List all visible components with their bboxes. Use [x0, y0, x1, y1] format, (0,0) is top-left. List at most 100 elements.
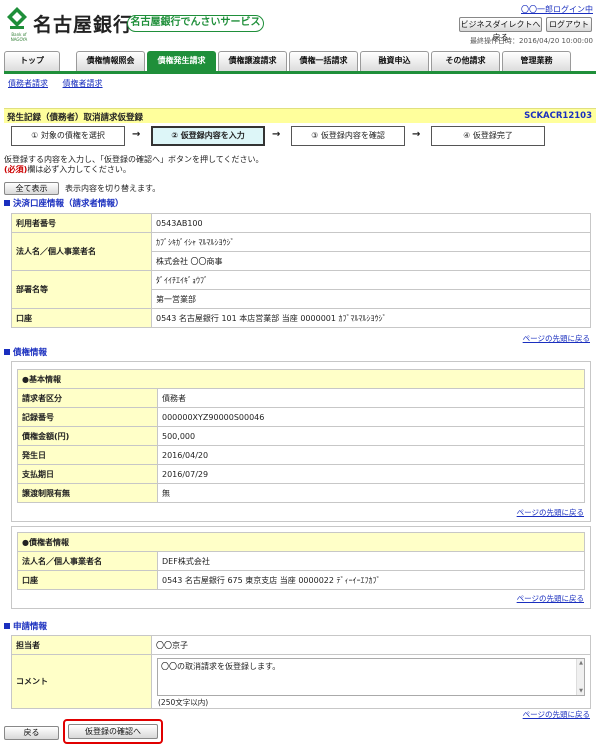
page-top-link[interactable]: ページの先頭に戻る [517, 507, 584, 518]
transfer-restriction-label: 譲渡制限有無 [17, 483, 158, 503]
bank-logo-icon [7, 7, 27, 29]
tab-financing[interactable]: 融資申込 [360, 51, 429, 71]
comment-length-hint: (250文字以内) [158, 698, 209, 707]
transfer-restriction-value: 無 [157, 483, 585, 503]
sub-nav: 債務者請求 債権者請求 [8, 78, 115, 89]
creditor-account-label: 口座 [17, 570, 158, 590]
table-row: 利用者番号 0543AB100 [11, 213, 591, 233]
tab-claim-transfer[interactable]: 債権譲渡請求 [218, 51, 287, 71]
user-login-link[interactable]: 〇〇一郎ログイン中 [521, 4, 593, 15]
dept-kana-value: ﾀﾞｲｲﾁｴｲｷﾞｮｳﾌﾞ [151, 270, 591, 290]
creditor-info-table: ●債権者情報 法人名／個人事業者名 DEF株式会社 口座 0543 名古屋銀行 … [17, 532, 585, 590]
requester-type-value: 債務者 [157, 388, 585, 408]
section-heading-claim: 債権情報 [4, 346, 47, 358]
issue-date-value: 2016/04/20 [157, 445, 585, 465]
step-2-active: ② 仮登録内容を入力 [151, 126, 265, 146]
instruction-line-1: 仮登録する内容を入力し、「仮登録の確認へ」ボタンを押してください。 [4, 155, 264, 164]
issue-date-label: 発生日 [17, 445, 158, 465]
back-button[interactable]: 戻る [4, 726, 59, 740]
logo-subtext: Bank of NAGOYA [10, 32, 28, 42]
requester-type-label: 請求者区分 [17, 388, 158, 408]
instructions: 仮登録する内容を入力し、「仮登録の確認へ」ボタンを押してください。 (必須)欄は… [4, 155, 264, 175]
amount-label: 債権金額(円) [17, 426, 158, 446]
due-date-label: 支払期日 [17, 464, 158, 484]
table-row: 譲渡制限有無 無 [17, 483, 585, 503]
section-heading-application: 申請情報 [4, 620, 47, 632]
creditor-info-heading: ●債権者情報 [17, 532, 585, 552]
scroll-up-icon[interactable]: ▲ [579, 660, 583, 666]
due-date-value: 2016/07/29 [157, 464, 585, 484]
table-row: 担当者 〇〇京子 [11, 635, 591, 655]
table-row: 法人名／個人事業者名 ｶﾌﾞｼｷｶﾞｲｼｬ ﾏﾙﾏﾙｼﾖｳｼﾞ [11, 232, 591, 271]
person-value: 〇〇京子 [151, 635, 591, 655]
table-row: 口座 0543 名古屋銀行 675 東京支店 当座 0000022 ﾃﾞｨｰｲｰ… [17, 570, 585, 590]
name-value: 株式会社 〇〇商事 [151, 251, 591, 271]
amount-value: 500,000 [157, 426, 585, 446]
nav-underline [4, 71, 596, 74]
last-operation-time: 最終操作日時：2016/04/20 10:00:00 [469, 37, 593, 45]
progress-steps: ① 対象の債権を選択 → ② 仮登録内容を入力 → ③ 仮登録内容を確認 → ④… [11, 126, 591, 147]
basic-info-table: ●基本情報 請求者区分 債務者 記録番号 000000XYZ90000S0004… [17, 369, 585, 503]
logout-button[interactable]: ログアウト [546, 17, 592, 32]
comment-label: コメント [11, 654, 152, 709]
main-nav: トップ 債権情報照会 債権発生請求 債権譲渡請求 債権一括請求 融資申込 その他… [4, 51, 596, 71]
business-direct-button[interactable]: ビジネスダイレクトへ戻る [459, 17, 542, 42]
bank-name: 名古屋銀行 [33, 14, 134, 36]
account-label: 口座 [11, 308, 152, 328]
square-bullet-icon [4, 623, 10, 629]
settlement-table: 利用者番号 0543AB100 法人名／個人事業者名 ｶﾌﾞｼｷｶﾞｲｼｬ ﾏﾙ… [11, 213, 591, 328]
show-all-button[interactable]: 全て表示 [4, 182, 59, 195]
scroll-down-icon[interactable]: ▼ [579, 688, 583, 694]
step-4: ④ 仮登録完了 [431, 126, 545, 146]
page-top-link[interactable]: ページの先頭に戻る [523, 709, 590, 720]
arrow-right-icon: → [272, 129, 281, 140]
screen-code: SCKACR12103 [524, 111, 592, 121]
tab-other-requests[interactable]: その他請求 [431, 51, 500, 71]
table-row: 発生日 2016/04/20 [17, 445, 585, 465]
instruction-line-2: 欄は必ず入力してください。 [27, 165, 131, 174]
page-title-bar: 発生記録（債務者）取消請求仮登録 SCKACR12103 [4, 108, 596, 123]
basic-info-heading: ●基本情報 [17, 369, 585, 389]
section-heading-settlement: 決済口座情報（請求者情報） [4, 197, 124, 209]
table-row: 記録番号 000000XYZ90000S00046 [17, 407, 585, 427]
creditor-name-label: 法人名／個人事業者名 [17, 551, 158, 571]
subnav-debtor-request[interactable]: 債務者請求 [8, 79, 48, 88]
creditor-name-value: DEF株式会社 [157, 551, 585, 571]
tab-claim-issue[interactable]: 債権発生請求 [147, 51, 216, 71]
required-mark: (必須) [4, 165, 28, 174]
service-name: 名古屋銀行でんさいサービス [127, 15, 264, 32]
page-top-link[interactable]: ページの先頭に戻る [517, 593, 584, 604]
arrow-right-icon: → [412, 129, 421, 140]
user-no-label: 利用者番号 [11, 213, 152, 233]
table-row: ●債権者情報 [17, 532, 585, 552]
subnav-creditor-request[interactable]: 債権者請求 [63, 79, 103, 88]
account-value: 0543 名古屋銀行 101 本店営業部 当座 0000001 ｶﾌﾞﾏﾙﾏﾙｼ… [151, 308, 591, 328]
person-label: 担当者 [11, 635, 152, 655]
comment-scrollbar[interactable]: ▲ ▼ [576, 659, 584, 695]
dept-value: 第一営業部 [151, 289, 591, 309]
user-no-value: 0543AB100 [151, 213, 591, 233]
tab-top[interactable]: トップ [4, 51, 60, 71]
tab-management[interactable]: 管理業務 [502, 51, 571, 71]
comment-text: 〇〇の取消請求を仮登録します。 [161, 662, 281, 671]
tab-claim-bulk[interactable]: 債権一括請求 [289, 51, 358, 71]
show-all-note: 表示内容を切り替えます。 [65, 184, 161, 193]
page-title: 発生記録（債務者）取消請求仮登録 [7, 113, 144, 123]
page-top-link[interactable]: ページの先頭に戻る [523, 333, 590, 344]
creditor-account-value: 0543 名古屋銀行 675 東京支店 当座 0000022 ﾃﾞｨｰｲｰｴﾌｶ… [157, 570, 585, 590]
table-row: 支払期日 2016/07/29 [17, 464, 585, 484]
arrow-right-icon: → [132, 129, 141, 140]
table-row: 口座 0543 名古屋銀行 101 本店営業部 当座 0000001 ｶﾌﾞﾏﾙ… [11, 308, 591, 328]
table-row: ●基本情報 [17, 369, 585, 389]
record-no-label: 記録番号 [17, 407, 158, 427]
table-row: 請求者区分 債務者 [17, 388, 585, 408]
comment-textarea[interactable]: 〇〇の取消請求を仮登録します。 ▲ ▼ [157, 658, 585, 696]
name-label: 法人名／個人事業者名 [11, 232, 152, 271]
square-bullet-icon [4, 349, 10, 355]
square-bullet-icon [4, 200, 10, 206]
table-row: 債権金額(円) 500,000 [17, 426, 585, 446]
table-row: 法人名／個人事業者名 DEF株式会社 [17, 551, 585, 571]
tab-claim-inquiry[interactable]: 債権情報照会 [76, 51, 145, 71]
confirm-registration-button[interactable]: 仮登録の確認へ [68, 724, 158, 739]
record-no-value: 000000XYZ90000S00046 [157, 407, 585, 427]
